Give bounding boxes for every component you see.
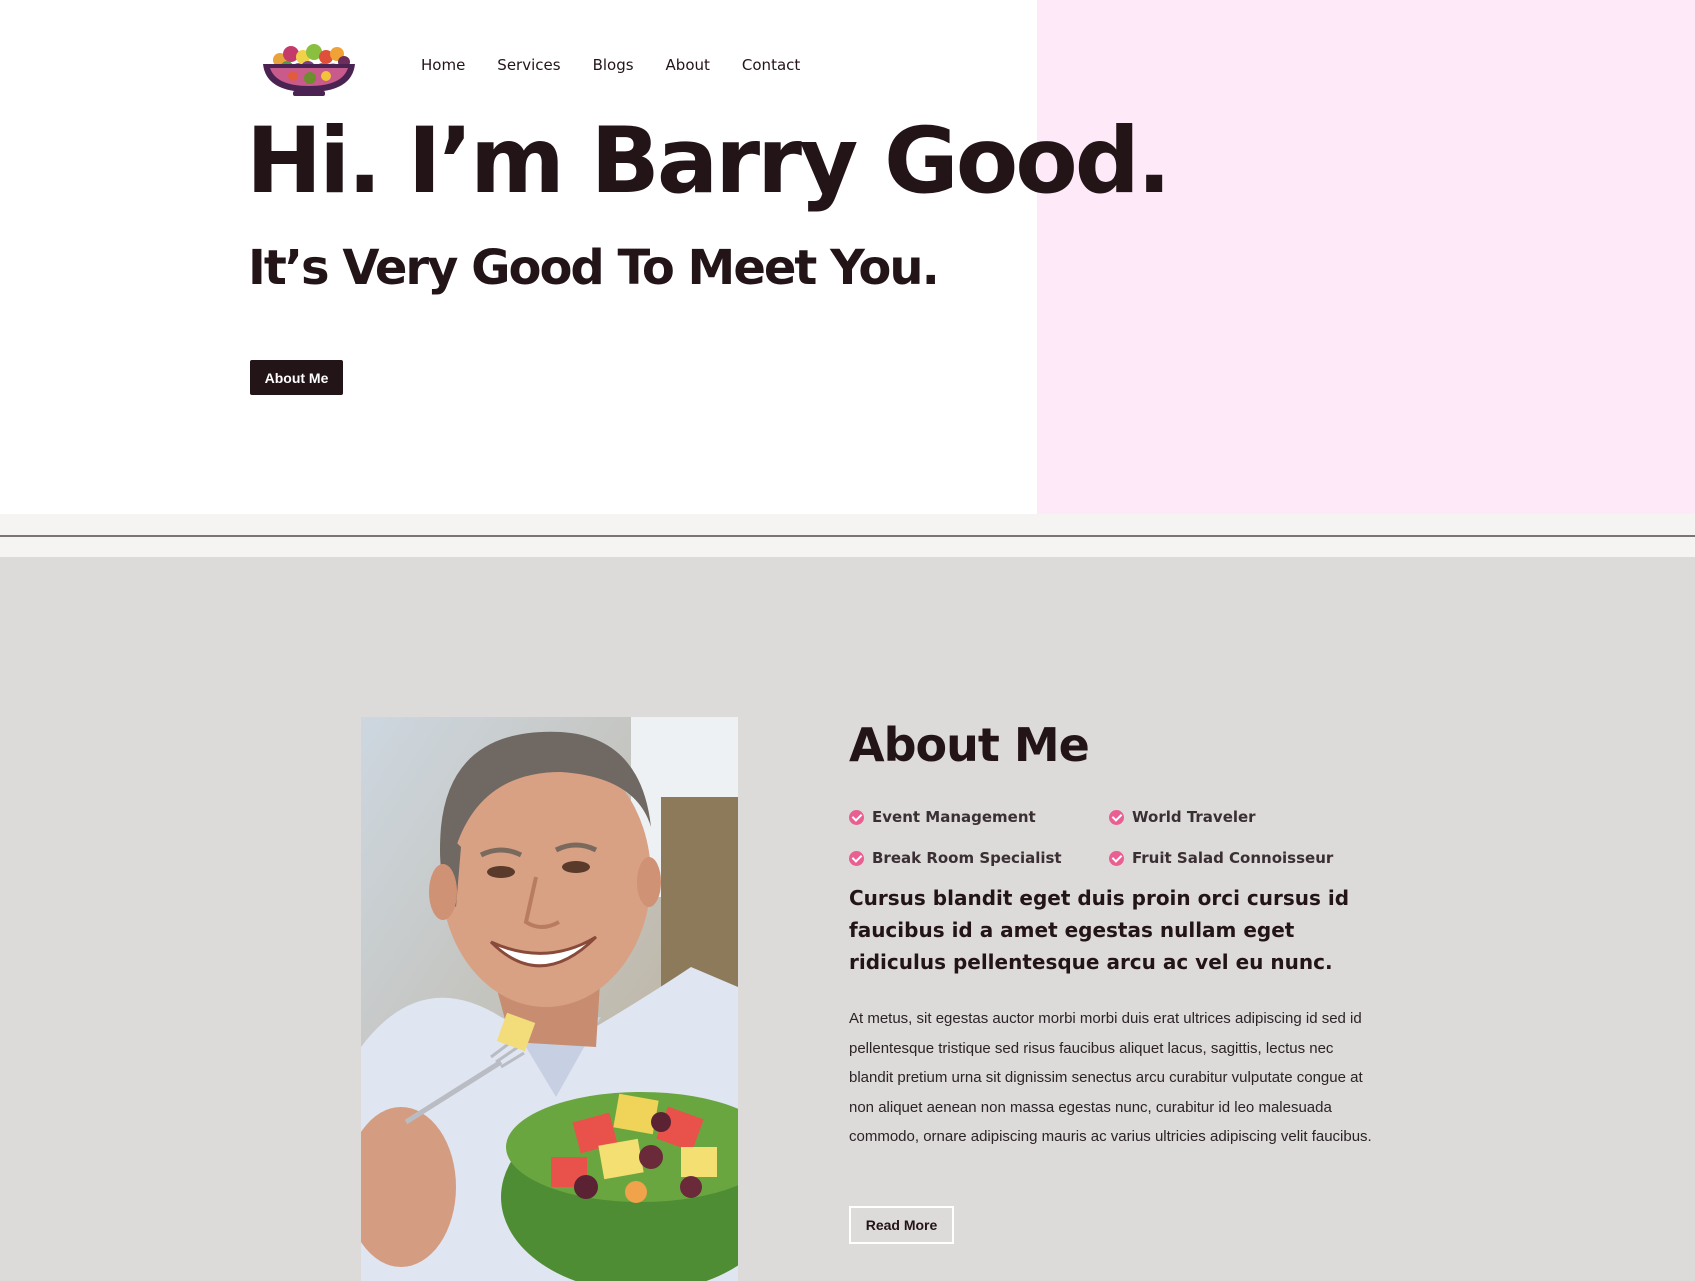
nav-item-home[interactable]: Home xyxy=(421,56,465,74)
feature-event-management: Event Management xyxy=(849,808,1036,826)
feature-label: World Traveler xyxy=(1132,808,1256,826)
nav-item-blogs[interactable]: Blogs xyxy=(593,56,634,74)
about-me-button[interactable]: About Me xyxy=(250,360,343,395)
hero-subtitle: It’s Very Good To Meet You. xyxy=(248,240,940,296)
feature-world-traveler: World Traveler xyxy=(1109,808,1256,826)
portrait-photo xyxy=(361,717,738,1281)
about-body-text: At metus, sit egestas auctor morbi morbi… xyxy=(849,1010,1372,1146)
check-circle-icon xyxy=(849,850,864,866)
main-nav: Home Services Blogs About Contact xyxy=(421,56,800,74)
feature-break-room-specialist: Break Room Specialist xyxy=(849,849,1062,867)
feature-fruit-salad-connoisseur: Fruit Salad Connoisseur xyxy=(1109,849,1333,867)
feature-label: Event Management xyxy=(872,808,1036,826)
check-circle-icon xyxy=(1109,850,1124,866)
check-circle-icon xyxy=(849,809,864,825)
about-section-background xyxy=(0,557,1695,1281)
nav-item-services[interactable]: Services xyxy=(497,56,560,74)
nav-item-about[interactable]: About xyxy=(666,56,710,74)
read-more-button[interactable]: Read More xyxy=(849,1206,954,1244)
fruit-bowl-logo[interactable] xyxy=(258,40,360,98)
hero-title: Hi. I’m Barry Good. xyxy=(246,109,1171,214)
about-title: About Me xyxy=(849,718,1090,772)
nav-item-contact[interactable]: Contact xyxy=(742,56,800,74)
feature-label: Break Room Specialist xyxy=(872,849,1062,867)
check-circle-icon xyxy=(1109,809,1124,825)
section-divider-line xyxy=(0,535,1695,537)
about-lead-text: Cursus blandit eget duis proin orci curs… xyxy=(849,886,1350,974)
hero-accent-panel xyxy=(1037,0,1695,514)
feature-label: Fruit Salad Connoisseur xyxy=(1132,849,1334,867)
